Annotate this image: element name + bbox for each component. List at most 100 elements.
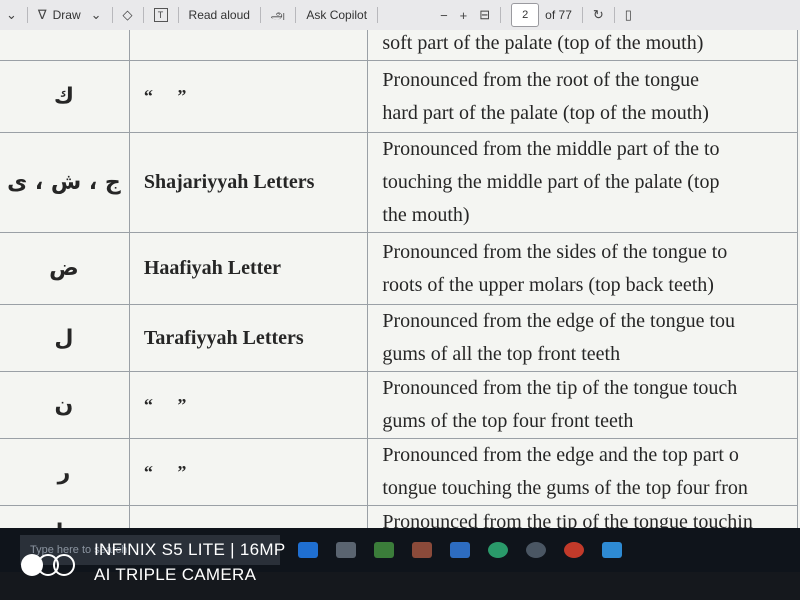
ask-copilot-button[interactable]: Ask Copilot [300,0,373,30]
ask-copilot-label: Ask Copilot [306,8,368,22]
description-line: roots of the upper molars (top back teet… [382,273,714,296]
arabic-letters: ر [0,438,130,506]
table-row: ط Pronounced from the tip of the tongue … [0,505,798,528]
page-view-icon: ▯ [624,7,632,22]
chevron-down-icon[interactable]: ⌄ [91,7,102,23]
toolbar-divider [177,7,179,23]
table-row: ر “ ” Pronounced from the edge and the t… [0,438,798,506]
file-explorer-icon[interactable] [336,542,356,558]
table-row: soft part of the palate (top of the mout… [0,30,798,61]
page-view-button[interactable]: ▯ [619,0,638,30]
watermark-camera: AI TRIPLE CAMERA [94,565,257,584]
description-line: Pronounced from the tip of the tongue to… [382,377,738,399]
name-cell [128,30,369,61]
toolbar-divider [111,7,113,23]
description-cell: Pronounced from the tip of the tongue to… [367,371,798,439]
ditto-mark: “ ” [143,394,197,415]
table-row: ج ، ش ، ى Shajariyyah Letters Pronounced… [0,132,798,233]
description-cell: Pronounced from the sides of the tongue … [367,232,798,305]
description-cell: Pronounced from the middle part of the t… [367,132,798,233]
description-line: Pronounced from the sides of the tongue … [382,240,728,263]
letter-group-name: Tarafiyyah Letters [128,304,369,372]
edge-browser-icon[interactable] [298,542,318,558]
page-number-input[interactable]: 2 [511,3,540,27]
description-line: Pronounced from the middle part of the t… [382,138,720,160]
triple-camera-logo-icon [21,554,75,576]
description-line: touching the middle part of the palate (… [382,171,720,193]
table-row: ض Haafiyah Letter Pronounced from the si… [0,232,798,305]
toolbar-divider [295,7,297,23]
store-app-icon[interactable] [450,542,470,558]
toolbar-divider [142,7,144,23]
description-line: Pronounced from the edge and the top par… [382,444,739,466]
watermark-model: INFINIX S5 LITE | 16MP [94,540,286,559]
toolbar-divider [500,7,502,23]
eraser-button[interactable]: ◇ [117,0,139,30]
articulation-table: soft part of the palate (top of the mout… [0,30,798,528]
arabic-letters: ك [0,60,130,133]
letter-group-name [128,505,369,528]
zoom-in-button[interactable]: + [454,0,474,30]
table-row: ل Tarafiyyah Letters Pronounced from the… [0,304,798,372]
translate-button[interactable]: அ [265,0,291,30]
arabic-letters: ج ، ش ، ى [0,132,130,233]
pdf-toolbar: ⌄ ∇ Draw ⌄ ◇ T Read aloud அ Ask Copilot … [0,0,800,31]
draw-pen-icon: ∇ [37,7,47,22]
toolbar-spacer [382,0,434,30]
read-aloud-label: Read aloud [188,8,250,22]
fit-page-icon: ⊟ [479,7,491,22]
description-line: the mouth) [382,204,470,226]
zoom-out-button[interactable]: − [434,0,454,30]
page-navigator: 2 of 77 [505,0,578,30]
description-line: gums of all the top front teeth [382,343,621,365]
toolbar-divider [613,7,615,23]
draw-button[interactable]: ∇ Draw ⌄ [32,0,108,30]
rotate-button[interactable]: ↻ [587,0,610,30]
app-icon[interactable] [564,542,584,558]
translate-icon: அ [270,6,286,22]
arabic-letters: ض [0,232,130,305]
name-cell: “ ” [128,60,369,133]
arabic-letters: ن [0,371,130,439]
description-cell: Pronounced from the edge and the top par… [367,438,798,506]
whatsapp-icon[interactable] [488,542,508,558]
description-cell: soft part of the palate (top of the mout… [367,30,798,61]
table-row: ن “ ” Pronounced from the tip of the ton… [0,371,798,439]
arabic-letters: ط [0,505,130,528]
description-line: Pronounced from the tip of the tongue to… [382,511,753,528]
pdf-page: soft part of the palate (top of the mout… [0,30,800,528]
description-line: soft part of the palate (top of the mout… [382,32,704,54]
folder-icon[interactable] [412,542,432,558]
description-cell: Pronounced from the tip of the tongue to… [367,505,798,528]
app-icon[interactable] [526,542,546,558]
plus-icon: + [459,7,468,23]
app-icon[interactable] [602,542,622,558]
toolbar-divider [377,7,379,23]
page-total: of 77 [545,8,572,22]
description-line: gums of the top four front teeth [382,410,634,432]
table-row: ك “ ” Pronounced from the root of the to… [0,60,798,133]
toolbar-divider [581,7,583,23]
text-box-icon: T [153,8,168,22]
eraser-icon: ◇ [122,7,133,22]
ditto-mark: “ ” [143,86,197,106]
description-line: hard part of the palate (top of the mout… [382,101,709,124]
read-aloud-button[interactable]: Read aloud [183,0,256,30]
description-cell: Pronounced from the root of the tongue h… [367,60,798,133]
letter-group-name: Haafiyah Letter [128,232,369,305]
fit-page-button[interactable]: ⊟ [473,0,496,30]
letter-cell [0,30,130,61]
add-text-button[interactable]: T [148,0,174,30]
name-cell: “ ” [128,371,369,439]
ditto-mark: “ ” [143,461,197,482]
name-cell: “ ” [128,438,369,506]
description-line: Pronounced from the root of the tongue [382,68,699,91]
description-line: tongue touching the gums of the top four… [382,477,748,499]
letter-group-name: Shajariyyah Letters [128,132,369,233]
description-cell: Pronounced from the edge of the tongue t… [367,304,798,372]
rotate-icon: ↻ [592,7,604,22]
calendar-app-icon[interactable] [374,542,394,558]
chevron-down-icon[interactable]: ⌄ [0,0,23,30]
toolbar-divider [26,7,28,23]
description-line: Pronounced from the edge of the tongue t… [382,310,736,332]
